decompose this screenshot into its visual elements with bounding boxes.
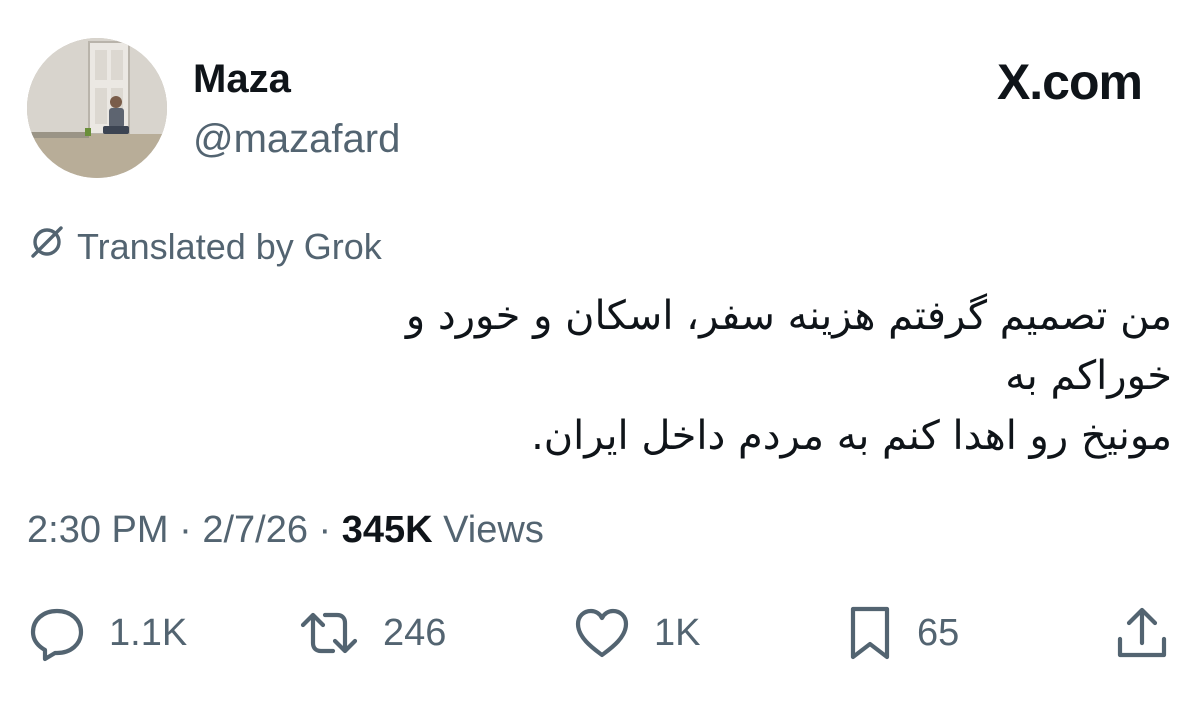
- repost-count: 246: [383, 611, 447, 654]
- brand-watermark: X.com: [996, 54, 1143, 110]
- share-button[interactable]: [1112, 600, 1172, 666]
- views-label: Views: [432, 509, 544, 551]
- tweet-text: من تصمیم گرفتم هزینه سفر، اسکان و خورد و…: [405, 293, 1172, 459]
- bookmark-button[interactable]: 65: [845, 600, 959, 666]
- views-count: 345K: [341, 509, 433, 551]
- translation-notice[interactable]: Translated by Grok: [27, 222, 382, 272]
- reply-icon: [27, 603, 87, 663]
- meta-separator: ·: [307, 509, 342, 551]
- meta-separator: ·: [168, 509, 203, 551]
- like-count: 1K: [654, 611, 701, 654]
- action-bar: 1.1K 246 1K 65: [27, 600, 1172, 666]
- repost-icon: [297, 603, 361, 663]
- avatar[interactable]: [27, 38, 167, 178]
- heart-icon: [572, 603, 632, 663]
- bookmark-count: 65: [917, 611, 960, 654]
- translation-label: Translated by Grok: [77, 226, 382, 267]
- author-handle[interactable]: @mazafard: [193, 116, 400, 162]
- tweet-time[interactable]: 2:30 PM: [27, 509, 169, 551]
- tweet-date[interactable]: 2/7/26: [202, 509, 308, 551]
- share-icon: [1112, 603, 1172, 663]
- like-button[interactable]: 1K: [572, 600, 700, 666]
- repost-button[interactable]: 246: [297, 600, 446, 666]
- reply-button[interactable]: 1.1K: [27, 600, 187, 666]
- brand-text: X.com: [996, 54, 1143, 110]
- grok-icon: [27, 222, 67, 272]
- avatar-photo: [27, 38, 167, 178]
- author-name[interactable]: Maza: [193, 56, 291, 102]
- tweet-meta: 2:30 PM · 2/7/26 · 345K Views: [27, 505, 544, 555]
- bookmark-icon: [845, 603, 895, 663]
- reply-count: 1.1K: [109, 611, 188, 654]
